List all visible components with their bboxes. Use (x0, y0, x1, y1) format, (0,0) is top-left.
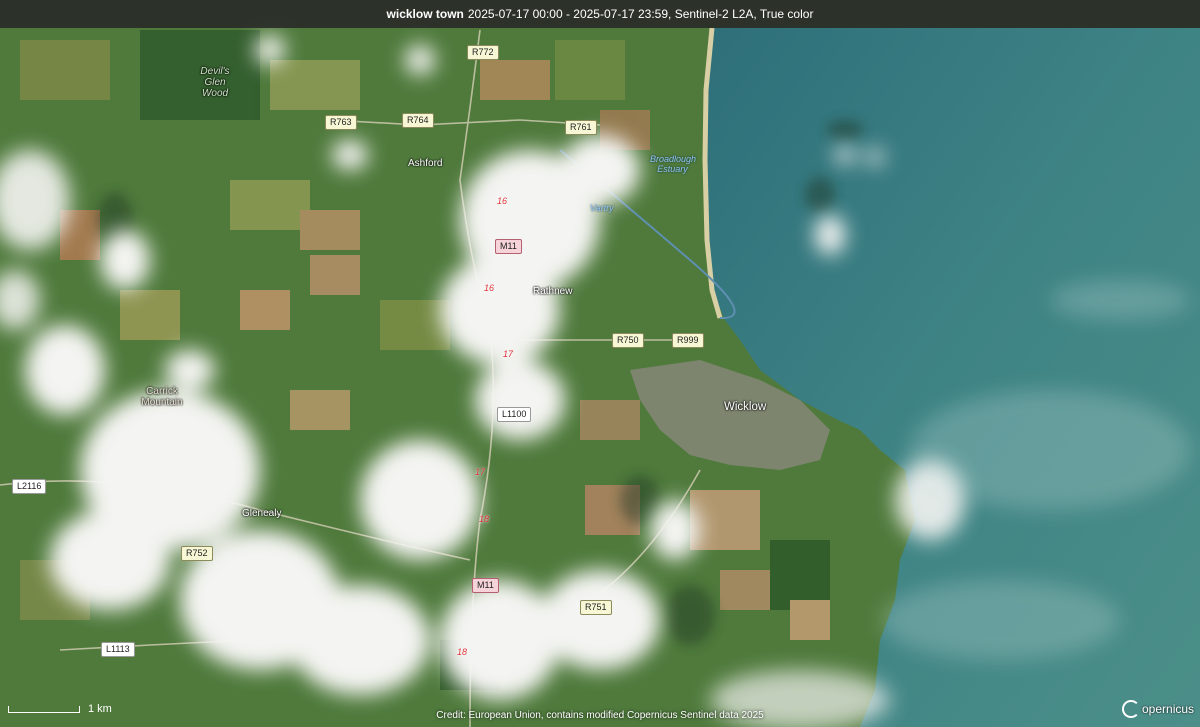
road-shield-r999: R999 (672, 333, 704, 348)
copernicus-logo-text: opernicus (1142, 702, 1195, 716)
place-rathnew: Rathnew (533, 286, 573, 297)
title-details: 2025-07-17 00:00 - 2025-07-17 23:59, Sen… (467, 7, 814, 21)
road-shield-r764: R764 (402, 113, 434, 128)
copernicus-logo: opernicus (1122, 700, 1194, 718)
road-shield-r763: R763 (325, 115, 357, 130)
road-shield-r761: R761 (565, 120, 597, 135)
road-shield-l1100: L1100 (497, 407, 532, 422)
place-devils-glen-wood: Devil's Glen Wood (200, 66, 230, 99)
road-shield-m11-north: M11 (495, 239, 522, 254)
road-shield-l1113: L1113 (101, 642, 135, 657)
copernicus-c-icon (1122, 700, 1140, 718)
road-shield-r751: R751 (580, 600, 612, 615)
aoi-name: wicklow town (386, 7, 464, 21)
road-shield-r752: R752 (181, 546, 213, 561)
place-ashford: Ashford (408, 158, 443, 169)
junction-17-north: 17 (503, 349, 514, 359)
junction-18-south: 18 (457, 647, 468, 657)
water-vartry: Vartry (590, 203, 614, 213)
place-wicklow: Wicklow (724, 401, 767, 413)
title-bar: wicklow town 2025-07-17 00:00 - 2025-07-… (0, 0, 1200, 28)
satellite-map[interactable] (0, 0, 1200, 727)
junction-16-south: 16 (484, 283, 495, 293)
road-shield-r772: R772 (467, 45, 499, 60)
road-shield-l2116: L2116 (12, 479, 47, 494)
junction-18-north: 18 (479, 514, 490, 524)
road-shield-m11-south: M11 (472, 578, 499, 593)
attribution: Credit: European Union, contains modifie… (436, 710, 764, 721)
road-shield-r750: R750 (612, 333, 644, 348)
junction-16-north: 16 (497, 196, 508, 206)
place-carrick-mountain: Carrick Mountain (141, 386, 183, 408)
water-broadlough-estuary: Broadlough Estuary (650, 154, 697, 174)
place-glenealy: Glenealy (242, 508, 282, 519)
junction-17-south: 17 (475, 467, 486, 477)
